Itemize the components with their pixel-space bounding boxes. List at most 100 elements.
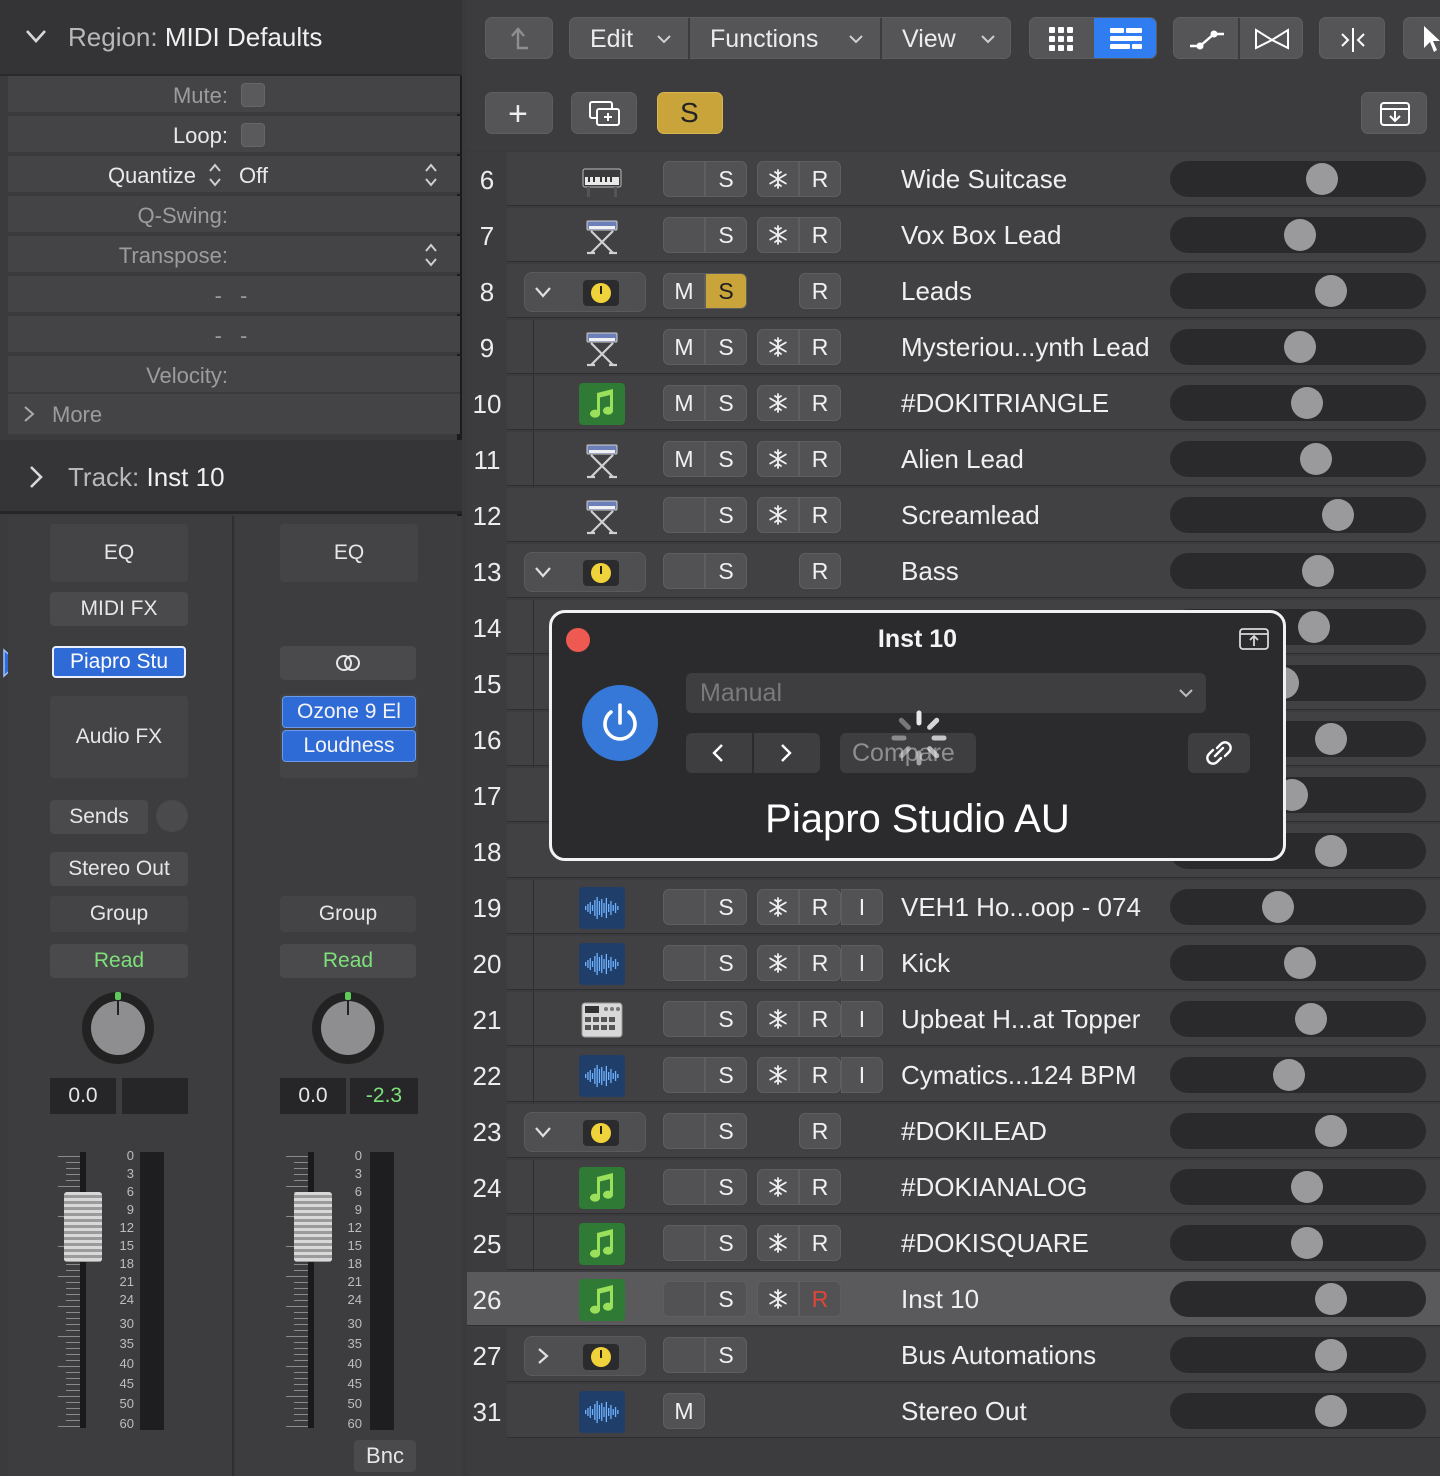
solo-button[interactable]: S — [705, 1337, 747, 1373]
solo-button[interactable]: S — [705, 1001, 747, 1037]
freeze-button[interactable] — [757, 1057, 799, 1093]
volume-slider[interactable] — [1170, 945, 1426, 981]
mute-button[interactable] — [663, 161, 705, 197]
eq-slot[interactable]: EQ — [50, 524, 188, 582]
mute-button[interactable]: M — [663, 385, 705, 421]
freeze-button[interactable] — [757, 161, 799, 197]
track-name[interactable]: Inst 10 — [901, 1284, 979, 1315]
volume-slider[interactable] — [1170, 1057, 1426, 1093]
solo-button[interactable]: S — [705, 1057, 747, 1093]
flex-button[interactable] — [1240, 18, 1304, 60]
grid-view-button[interactable] — [1030, 18, 1094, 58]
mute-button[interactable]: M — [663, 329, 705, 365]
mute-button[interactable] — [663, 553, 705, 589]
chevron-down-icon[interactable] — [533, 1122, 553, 1142]
chevron-right-icon[interactable] — [533, 1346, 553, 1366]
drum-machine-icon[interactable] — [579, 999, 625, 1041]
input-monitor-button[interactable]: I — [841, 1057, 883, 1093]
transpose-stepper-icon[interactable] — [422, 241, 440, 269]
input-monitor-button[interactable]: I — [841, 945, 883, 981]
track-row[interactable]: 19 S R I VEH1 Ho...oop - 074 — [467, 880, 1440, 936]
track-row[interactable]: 7 S R Vox Box Lead — [467, 208, 1440, 264]
window-tray-icon[interactable] — [1239, 627, 1269, 651]
record-enable-button[interactable]: R — [799, 553, 841, 589]
track-row[interactable]: 21 S R I Upbeat H...at Topper — [467, 992, 1440, 1048]
mute-button[interactable] — [663, 1001, 705, 1037]
track-row[interactable]: 13 S R Bass — [467, 544, 1440, 600]
track-name[interactable]: #DOKILEAD — [901, 1116, 1047, 1147]
catch-button[interactable] — [1319, 17, 1385, 59]
freeze-button[interactable] — [757, 889, 799, 925]
automation-mode[interactable]: Read — [50, 944, 188, 978]
volume-slider-thumb[interactable] — [1291, 1171, 1323, 1203]
folder-track-header[interactable] — [524, 1112, 646, 1152]
mute-button[interactable] — [663, 1057, 705, 1093]
pan-knob[interactable] — [312, 992, 384, 1064]
automation-mode[interactable]: Read — [280, 944, 416, 978]
freeze-button[interactable] — [757, 1225, 799, 1261]
track-name[interactable]: Bus Automations — [901, 1340, 1096, 1371]
add-track-button[interactable]: + — [485, 92, 553, 134]
group-slot[interactable]: Group — [50, 896, 188, 932]
audio-fx-slot[interactable]: Audio FX — [50, 696, 188, 778]
track-row[interactable]: 20 S R I Kick — [467, 936, 1440, 992]
solo-button[interactable]: S — [705, 273, 747, 309]
track-row[interactable]: 31 M Stereo Out — [467, 1384, 1440, 1440]
track-row[interactable]: 12 S R Screamlead — [467, 488, 1440, 544]
loop-checkbox[interactable] — [241, 123, 265, 147]
import-button[interactable] — [1361, 92, 1427, 134]
peak-readout[interactable] — [122, 1078, 188, 1114]
mute-button[interactable] — [663, 1113, 705, 1149]
global-solo-button[interactable]: S — [657, 92, 723, 134]
track-name[interactable]: Leads — [901, 276, 972, 307]
mute-button[interactable] — [663, 945, 705, 981]
freeze-button[interactable] — [757, 1281, 799, 1317]
quantize-popup-icon[interactable] — [422, 161, 440, 189]
instrument-slot[interactable]: Piapro Stu — [52, 646, 186, 678]
solo-button[interactable]: S — [705, 441, 747, 477]
volume-slider-thumb[interactable] — [1315, 1283, 1347, 1315]
mute-button[interactable] — [663, 1225, 705, 1261]
volume-slider[interactable] — [1170, 273, 1426, 309]
freeze-button[interactable] — [757, 1169, 799, 1205]
quantize-stepper-icon[interactable] — [206, 161, 224, 189]
list-view-button[interactable] — [1094, 18, 1156, 58]
record-enable-button[interactable]: R — [799, 385, 841, 421]
solo-button[interactable]: S — [705, 1225, 747, 1261]
record-enable-button[interactable]: R — [799, 217, 841, 253]
folder-track-header[interactable] — [524, 272, 646, 312]
solo-button[interactable]: S — [705, 329, 747, 365]
chevron-right-icon[interactable] — [28, 464, 44, 490]
volume-slider[interactable] — [1170, 497, 1426, 533]
functions-menu[interactable]: Functions — [690, 18, 880, 60]
plugin-slot-ozone[interactable]: Ozone 9 El — [282, 696, 416, 728]
volume-slider[interactable] — [1170, 1281, 1426, 1317]
track-name[interactable]: VEH1 Ho...oop - 074 — [901, 892, 1141, 923]
velocity-row[interactable]: Velocity: — [8, 356, 460, 394]
solo-button[interactable]: S — [705, 497, 747, 533]
volume-slider[interactable] — [1170, 161, 1426, 197]
freeze-button[interactable] — [757, 1001, 799, 1037]
freeze-button[interactable] — [757, 217, 799, 253]
volume-slider[interactable] — [1170, 889, 1426, 925]
record-enable-button[interactable]: R — [799, 1001, 841, 1037]
freeze-button[interactable] — [757, 385, 799, 421]
volume-slider-thumb[interactable] — [1284, 331, 1316, 363]
solo-button[interactable]: S — [705, 161, 747, 197]
view-menu[interactable]: View — [882, 18, 1012, 60]
mute-button[interactable] — [663, 889, 705, 925]
volume-slider[interactable] — [1170, 385, 1426, 421]
waveform-icon[interactable] — [579, 943, 625, 985]
record-enable-button[interactable]: R — [799, 945, 841, 981]
volume-slider[interactable] — [1170, 1337, 1426, 1373]
freeze-button[interactable] — [757, 441, 799, 477]
volume-slider-thumb[interactable] — [1306, 163, 1338, 195]
mute-checkbox[interactable] — [241, 83, 265, 107]
quantize-row[interactable]: Quantize Off — [8, 156, 460, 194]
music-note-icon[interactable] — [579, 1167, 625, 1209]
track-name[interactable]: Vox Box Lead — [901, 220, 1061, 251]
track-row[interactable]: 26 S R Inst 10 — [467, 1272, 1440, 1328]
record-enable-button[interactable]: R — [799, 1169, 841, 1205]
record-enable-button[interactable]: R — [799, 329, 841, 365]
keyboard-icon[interactable] — [579, 159, 625, 201]
